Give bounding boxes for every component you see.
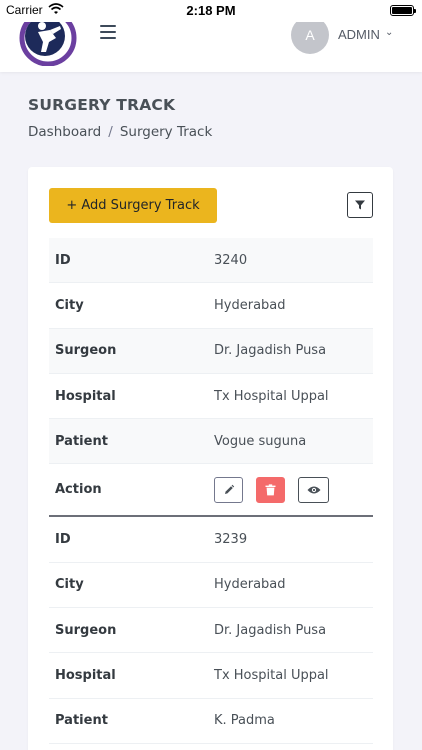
field-value: Vogue suguna — [214, 433, 307, 449]
breadcrumb-dashboard-link[interactable]: Dashboard — [28, 124, 101, 140]
field-value: K. Padma — [214, 713, 275, 729]
eye-icon — [307, 486, 320, 494]
hamburger-menu-icon[interactable] — [100, 25, 116, 41]
table-row: Surgeon Dr. Jagadish Pusa — [49, 328, 373, 374]
table-row: ID 3240 — [49, 238, 373, 284]
field-label: Hospital — [55, 388, 116, 404]
avatar-initial: A — [305, 27, 315, 43]
surgery-track-card: + Add Surgery Track ID 3240 City Hyderab… — [28, 167, 393, 750]
filter-icon — [355, 200, 365, 210]
field-value: 3240 — [214, 252, 248, 268]
page-title: SURGERY TRACK — [28, 96, 176, 114]
field-label: City — [55, 297, 84, 313]
field-value: Dr. Jagadish Pusa — [214, 343, 327, 359]
view-button[interactable] — [298, 476, 329, 503]
table-row-actions: Action — [49, 464, 373, 518]
field-value: Hyderabad — [214, 577, 286, 593]
table-row: Hospital Tx Hospital Uppal — [49, 653, 373, 699]
table-row: City Hyderabad — [49, 563, 373, 609]
table-row: Patient K. Padma — [49, 699, 373, 744]
field-value: Dr. Jagadish Pusa — [214, 622, 327, 638]
field-label: Patient — [55, 713, 108, 729]
pencil-icon — [224, 484, 234, 494]
breadcrumb-current: Surgery Track — [119, 124, 213, 140]
table-row: ID 3239 — [49, 517, 373, 563]
field-label: Hospital — [55, 668, 116, 684]
trash-icon — [265, 484, 276, 496]
field-label: Surgeon — [55, 343, 117, 359]
field-label: Surgeon — [55, 622, 117, 638]
filter-button[interactable] — [347, 192, 373, 218]
breadcrumb: Dashboard / Surgery Track — [28, 124, 212, 140]
add-surgery-track-button[interactable]: + Add Surgery Track — [49, 188, 217, 223]
row-actions — [214, 476, 329, 503]
field-label: ID — [55, 532, 71, 548]
delete-button[interactable] — [256, 476, 285, 503]
user-menu-name[interactable]: ADMIN — [338, 27, 380, 42]
edit-button[interactable] — [214, 476, 243, 503]
field-value: Tx Hospital Uppal — [214, 388, 329, 404]
status-time: 2:18 PM — [186, 3, 236, 18]
field-value: 3239 — [214, 532, 248, 548]
field-label: ID — [55, 252, 71, 268]
field-label: City — [55, 577, 84, 593]
table-row: City Hyderabad — [49, 283, 373, 329]
table-row: Surgeon Dr. Jagadish Pusa — [49, 608, 373, 654]
field-value: Hyderabad — [214, 297, 286, 313]
records-list: ID 3240 City Hyderabad Surgeon Dr. Jagad… — [49, 238, 373, 744]
table-row: Patient Vogue suguna — [49, 419, 373, 465]
field-value: Tx Hospital Uppal — [214, 668, 329, 684]
field-label: Patient — [55, 433, 108, 449]
chevron-down-icon[interactable]: ⌄ — [385, 27, 393, 38]
table-row: Hospital Tx Hospital Uppal — [49, 374, 373, 420]
status-bar: Carrier 2:18 PM — [0, 0, 422, 22]
action-label: Action — [55, 482, 102, 498]
battery-icon — [390, 5, 416, 16]
breadcrumb-separator: / — [108, 124, 113, 140]
